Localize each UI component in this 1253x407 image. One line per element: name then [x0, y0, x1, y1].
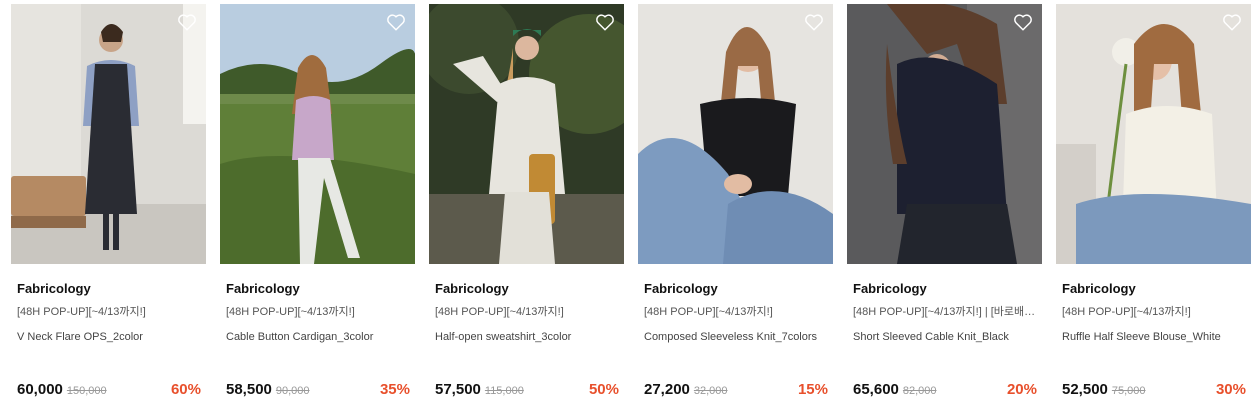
wishlist-heart-icon[interactable] — [803, 11, 825, 33]
product-promo: [48H POP-UP][~4/13까지!] — [17, 306, 146, 318]
original-price: 150,000 — [66, 385, 107, 397]
wishlist-heart-icon[interactable] — [594, 11, 616, 33]
product-card[interactable]: Fabricology [48H POP-UP][~4/13까지!] Compo… — [638, 4, 833, 407]
product-image[interactable] — [429, 4, 624, 264]
product-card[interactable]: Fabricology [48H POP-UP][~4/13까지!] Half-… — [429, 4, 624, 407]
original-price: 90,000 — [275, 385, 310, 397]
product-photo — [220, 4, 415, 264]
price-row: 27,200 32,000 15% — [644, 381, 828, 398]
product-photo — [11, 4, 206, 264]
product-brand[interactable]: Fabricology — [17, 281, 200, 297]
original-price: 115,000 — [484, 385, 524, 397]
product-brand[interactable]: Fabricology — [1062, 281, 1245, 297]
product-photo — [429, 4, 624, 264]
discount-rate: 60% — [170, 381, 201, 398]
product-brand[interactable]: Fabricology — [853, 281, 1036, 297]
wishlist-heart-icon[interactable] — [385, 11, 407, 33]
original-price: 75,000 — [1111, 385, 1146, 397]
product-card[interactable]: Fabricology [48H POP-UP][~4/13까지!] Cable… — [220, 4, 415, 407]
product-photo — [1056, 4, 1251, 264]
price-row: 65,600 82,000 20% — [853, 381, 1037, 398]
wishlist-heart-icon[interactable] — [1221, 11, 1243, 33]
product-name[interactable]: Cable Button Cardigan_3color — [226, 330, 409, 360]
product-name[interactable]: Half-open sweatshirt_3color — [435, 330, 618, 360]
sale-price: 58,500 — [226, 381, 272, 398]
product-grid: Fabricology [48H POP-UP][~4/13까지!] V Nec… — [11, 4, 1251, 407]
sale-price: 52,500 — [1062, 381, 1108, 398]
sale-price: 27,200 — [644, 381, 690, 398]
product-card[interactable]: Fabricology [48H POP-UP][~4/13까지!] | [바로… — [847, 4, 1042, 407]
discount-rate: 35% — [379, 381, 410, 398]
product-image[interactable] — [11, 4, 206, 264]
product-photo — [638, 4, 833, 264]
product-brand[interactable]: Fabricology — [644, 281, 827, 297]
product-promo: [48H POP-UP][~4/13까지!] — [1062, 306, 1191, 318]
product-promo: [48H POP-UP][~4/13까지!] — [644, 306, 773, 318]
original-price: 82,000 — [902, 385, 937, 397]
discount-rate: 50% — [588, 381, 619, 398]
price-row: 58,500 90,000 35% — [226, 381, 410, 398]
product-name[interactable]: Composed Sleeveless Knit_7colors — [644, 330, 827, 360]
sale-price: 60,000 — [17, 381, 63, 398]
price-row: 60,000 150,000 60% — [17, 381, 201, 398]
product-name[interactable]: Ruffle Half Sleeve Blouse_White — [1062, 330, 1245, 360]
product-promo: [48H POP-UP][~4/13까지!] | [바로배송] — [853, 306, 1036, 318]
product-promo: [48H POP-UP][~4/13까지!] — [435, 306, 564, 318]
product-image[interactable] — [847, 4, 1042, 264]
wishlist-heart-icon[interactable] — [1012, 11, 1034, 33]
product-card[interactable]: Fabricology [48H POP-UP][~4/13까지!] V Nec… — [11, 4, 206, 407]
product-name[interactable]: V Neck Flare OPS_2color — [17, 330, 200, 360]
discount-rate: 15% — [797, 381, 828, 398]
product-name[interactable]: Short Sleeved Cable Knit_Black — [853, 330, 1036, 360]
sale-price: 57,500 — [435, 381, 481, 398]
product-photo — [847, 4, 1042, 264]
discount-rate: 30% — [1215, 381, 1246, 398]
original-price: 32,000 — [693, 385, 728, 397]
product-brand[interactable]: Fabricology — [435, 281, 618, 297]
sale-price: 65,600 — [853, 381, 899, 398]
price-row: 52,500 75,000 30% — [1062, 381, 1246, 398]
wishlist-heart-icon[interactable] — [176, 11, 198, 33]
product-image[interactable] — [220, 4, 415, 264]
discount-rate: 20% — [1006, 381, 1037, 398]
product-brand[interactable]: Fabricology — [226, 281, 409, 297]
product-image[interactable] — [1056, 4, 1251, 264]
product-image[interactable] — [638, 4, 833, 264]
price-row: 57,500 115,000 50% — [435, 381, 619, 398]
product-card[interactable]: Fabricology [48H POP-UP][~4/13까지!] Ruffl… — [1056, 4, 1251, 407]
product-promo: [48H POP-UP][~4/13까지!] — [226, 306, 355, 318]
